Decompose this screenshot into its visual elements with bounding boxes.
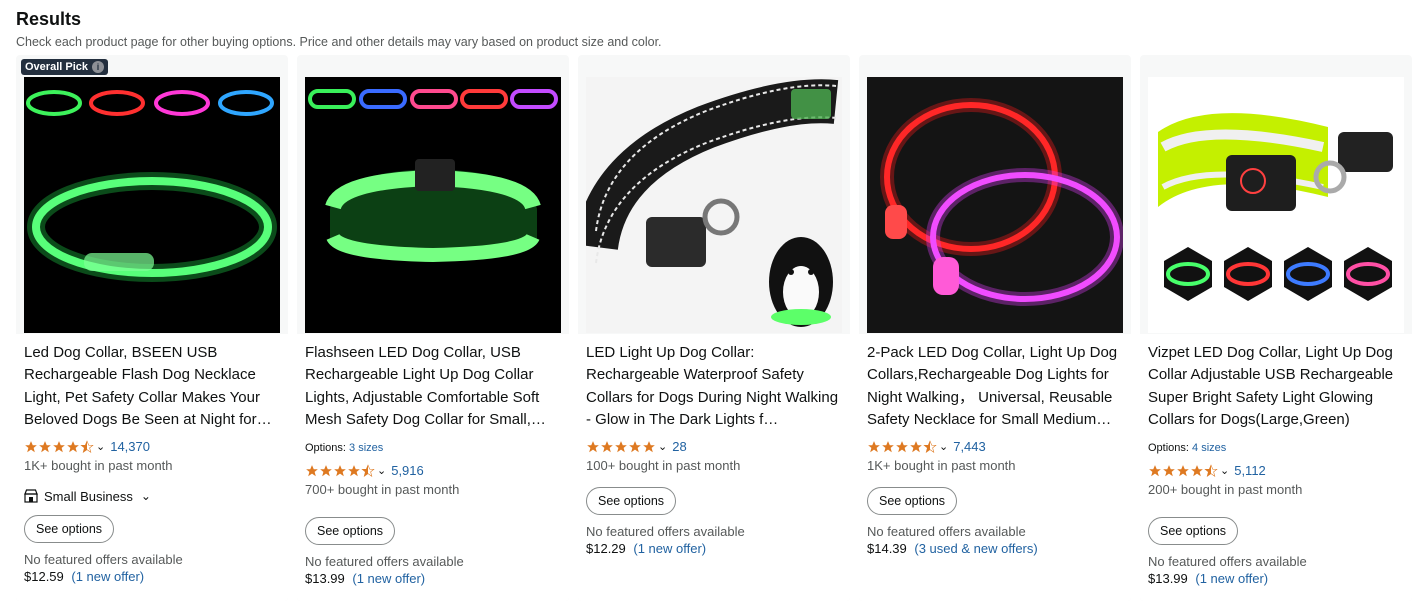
no-offers-text: No featured offers available (586, 523, 745, 539)
no-offers-text: No featured offers available (24, 551, 183, 567)
results-header: Results Check each product page for othe… (16, 8, 662, 50)
price: $13.99 (305, 570, 345, 586)
bought-count: 1K+ bought in past month (24, 457, 173, 473)
product-title[interactable]: Led Dog Collar, BSEEN USB Rechargeable F… (24, 342, 280, 432)
price-row: $12.29 (1 new offer) (586, 540, 842, 558)
see-options-button[interactable]: See options (867, 486, 958, 515)
see-options-button[interactable]: See options (24, 514, 115, 543)
rating-row[interactable]: ⌄ 5,112 (1148, 462, 1404, 480)
product-card: LED Light Up Dog Collar: Rechargeable Wa… (578, 55, 850, 601)
star-rating (24, 440, 94, 454)
price: $13.99 (1148, 570, 1188, 586)
size-options: Options: 4 sizes (1148, 440, 1404, 456)
small-business-badge[interactable]: Small Business ⌄ (24, 489, 280, 504)
badge-label: Overall Pick (25, 61, 88, 73)
results-title: Results (16, 9, 82, 29)
ratings-count[interactable]: 7,443 (953, 439, 986, 454)
price-row: $12.59 (1 new offer) (24, 568, 280, 586)
options-link[interactable]: 3 sizes (349, 442, 383, 454)
ratings-count[interactable]: 5,112 (1234, 463, 1266, 478)
price: $12.29 (586, 540, 626, 556)
no-offers-text: No featured offers available (1148, 553, 1307, 569)
storefront-icon (24, 489, 38, 503)
options-label: Options: (305, 441, 346, 454)
options-link[interactable]: 4 sizes (1192, 442, 1226, 454)
options-label: Options: (1148, 441, 1189, 454)
product-card: Vizpet LED Dog Collar, Light Up Dog Coll… (1140, 55, 1412, 601)
product-image[interactable] (586, 77, 842, 333)
rating-row[interactable]: ⌄ 14,370 (24, 438, 280, 456)
chevron-down-icon[interactable]: ⌄ (377, 464, 386, 477)
product-info: Vizpet LED Dog Collar, Light Up Dog Coll… (1148, 342, 1404, 588)
product-image[interactable] (305, 77, 561, 333)
product-title[interactable]: Vizpet LED Dog Collar, Light Up Dog Coll… (1148, 342, 1404, 432)
size-options: Options: 3 sizes (305, 440, 561, 456)
results-subtitle: Check each product page for other buying… (16, 35, 662, 49)
offers-link[interactable]: (1 new offer) (633, 541, 706, 556)
chevron-down-icon[interactable]: ⌄ (96, 440, 105, 453)
price-row: $14.39 (3 used & new offers) (867, 540, 1123, 558)
product-title[interactable]: LED Light Up Dog Collar: Rechargeable Wa… (586, 342, 842, 432)
see-options-button[interactable]: See options (305, 516, 396, 545)
price-row: $13.99 (1 new offer) (305, 570, 561, 588)
product-card: 2-Pack LED Dog Collar, Light Up Dog Coll… (859, 55, 1131, 601)
product-info: 2-Pack LED Dog Collar, Light Up Dog Coll… (867, 342, 1123, 558)
star-rating (586, 440, 656, 454)
no-offers-text: No featured offers available (305, 553, 464, 569)
product-info: Led Dog Collar, BSEEN USB Rechargeable F… (24, 342, 280, 586)
rating-row[interactable]: ⌄ 5,916 (305, 462, 561, 480)
price-row: $13.99 (1 new offer) (1148, 570, 1404, 588)
product-image[interactable] (24, 77, 280, 333)
overall-pick-badge[interactable]: Overall Pick i (21, 59, 108, 75)
rating-row[interactable]: ⌄ 7,443 (867, 438, 1123, 456)
product-card: Overall Pick i Led Dog Collar, BSEEN USB… (16, 55, 288, 601)
see-options-button[interactable]: See options (1148, 516, 1239, 545)
product-title[interactable]: Flashseen LED Dog Collar, USB Rechargeab… (305, 342, 561, 432)
offers-link[interactable]: (1 new offer) (1195, 571, 1268, 586)
ratings-count[interactable]: 28 (672, 439, 686, 454)
see-options-button[interactable]: See options (586, 486, 677, 515)
star-rating (867, 440, 937, 454)
bought-count: 1K+ bought in past month (867, 457, 1016, 473)
offers-link[interactable]: (1 new offer) (71, 569, 144, 584)
chevron-down-icon[interactable]: ⌄ (1220, 464, 1229, 477)
bought-count: 100+ bought in past month (586, 457, 741, 473)
bought-count: 700+ bought in past month (305, 481, 460, 497)
price: $14.39 (867, 540, 907, 556)
offers-link[interactable]: (1 new offer) (352, 571, 425, 586)
ratings-count[interactable]: 5,916 (391, 463, 424, 478)
chevron-down-icon[interactable]: ⌄ (141, 489, 151, 503)
small-business-label: Small Business (44, 488, 133, 504)
product-info: Flashseen LED Dog Collar, USB Rechargeab… (305, 342, 561, 588)
chevron-down-icon[interactable]: ⌄ (658, 440, 667, 453)
star-rating (305, 464, 375, 478)
star-rating (1148, 464, 1218, 478)
info-icon[interactable]: i (92, 61, 104, 73)
price: $12.59 (24, 568, 64, 584)
no-offers-text: No featured offers available (867, 523, 1026, 539)
chevron-down-icon[interactable]: ⌄ (939, 440, 948, 453)
product-image[interactable] (867, 77, 1123, 333)
bought-count: 200+ bought in past month (1148, 481, 1303, 497)
ratings-count[interactable]: 14,370 (110, 439, 150, 454)
results-grid: Overall Pick i Led Dog Collar, BSEEN USB… (16, 55, 1414, 601)
product-card: Flashseen LED Dog Collar, USB Rechargeab… (297, 55, 569, 601)
product-image[interactable] (1148, 77, 1404, 333)
offers-link[interactable]: (3 used & new offers) (914, 541, 1037, 556)
rating-row[interactable]: ⌄ 28 (586, 438, 842, 456)
product-title[interactable]: 2-Pack LED Dog Collar, Light Up Dog Coll… (867, 342, 1123, 432)
product-info: LED Light Up Dog Collar: Rechargeable Wa… (586, 342, 842, 558)
